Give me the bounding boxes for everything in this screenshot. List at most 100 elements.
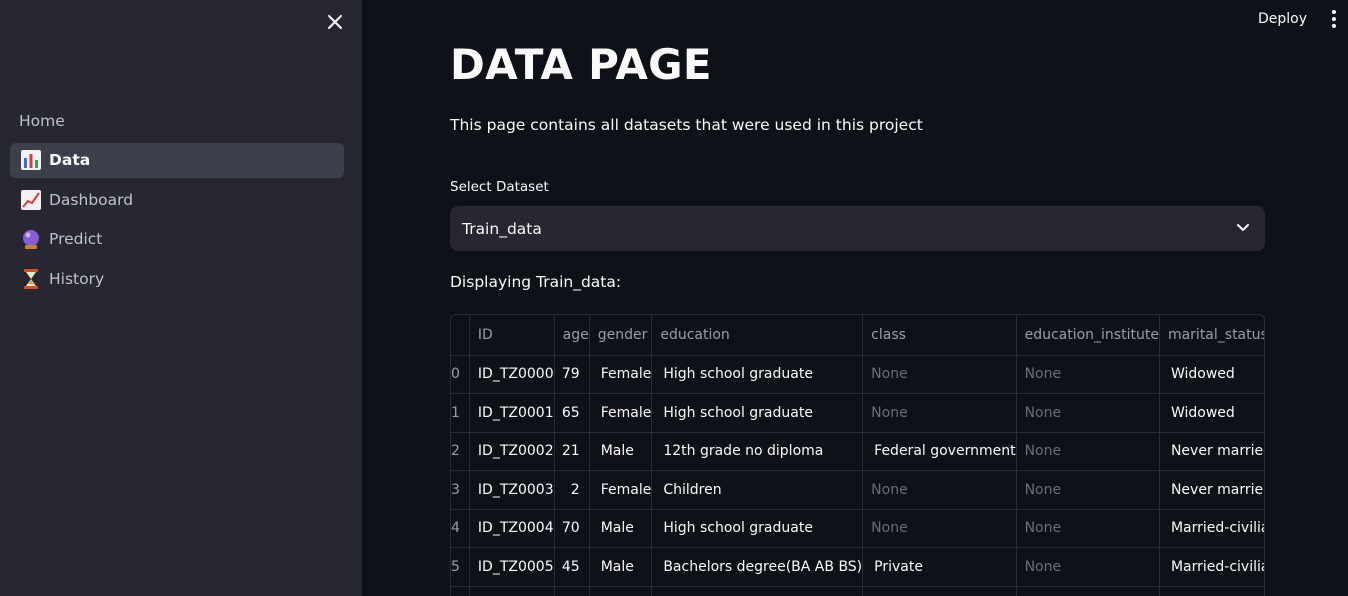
main-menu-button[interactable]: [1326, 9, 1342, 29]
table-cell[interactable]: ID_TZ0001: [469, 393, 555, 433]
table-cell[interactable]: [1016, 586, 1160, 596]
table-cell[interactable]: Female: [589, 393, 653, 433]
table-cell[interactable]: 2: [451, 432, 470, 471]
crystal-ball-icon: [19, 228, 43, 250]
table-cell[interactable]: [554, 586, 590, 596]
table-cell[interactable]: None: [1016, 509, 1160, 548]
table-cell[interactable]: ID_TZ0000: [469, 355, 555, 394]
table-row: 2 ID_TZ0002 21 Male 12th grade no diploma Fed…: [451, 432, 1264, 471]
table-cell[interactable]: ID_TZ0002: [469, 432, 555, 471]
table-cell[interactable]: Male: [589, 509, 653, 548]
dataset-select[interactable]: Train_data: [450, 206, 1265, 251]
column-header[interactable]: education: [651, 315, 864, 356]
table-cell[interactable]: None: [1016, 355, 1160, 394]
table-row: 5 ID_TZ0005 45 Male Bachelors degree(BA AB B…: [451, 547, 1264, 587]
table-cell[interactable]: Widowed: [1159, 393, 1264, 433]
table-cell[interactable]: 79: [554, 355, 590, 394]
table-cell[interactable]: None: [1016, 432, 1160, 471]
table-row: 0 ID_TZ0000 79 Female High school graduate No…: [451, 355, 1264, 394]
table-cell[interactable]: 4: [451, 509, 470, 548]
close-sidebar-button[interactable]: [324, 11, 346, 33]
table-row: 1 ID_TZ0001 65 Female High school graduate No…: [451, 393, 1264, 433]
table-cell[interactable]: High school graduate: [651, 355, 864, 394]
table-cell[interactable]: None: [862, 355, 1017, 394]
table-cell[interactable]: 70: [554, 509, 590, 548]
table-cell[interactable]: Children: [651, 470, 864, 510]
table-cell[interactable]: [651, 586, 864, 596]
table-cell[interactable]: [862, 586, 1017, 596]
close-icon: [328, 15, 342, 29]
table-cell[interactable]: 5: [451, 547, 470, 587]
sidebar-nav: Home Data Dashboard Predict History: [10, 103, 344, 301]
sidebar-item-history[interactable]: History: [10, 261, 344, 296]
data-table[interactable]: ID age gender education class education_…: [450, 314, 1265, 596]
table-cell[interactable]: [1159, 586, 1264, 596]
sidebar-item-predict[interactable]: Predict: [10, 222, 344, 257]
table-cell[interactable]: None: [1016, 470, 1160, 510]
table-cell[interactable]: Male: [589, 432, 653, 471]
table-cell[interactable]: Female: [589, 470, 653, 510]
table-cell[interactable]: High school graduate: [651, 509, 864, 548]
table-row: [451, 586, 1264, 596]
table-cell[interactable]: [469, 586, 555, 596]
page-title: DATA PAGE: [450, 40, 712, 89]
table-header-row: ID age gender education class education_…: [451, 315, 1264, 356]
column-header[interactable]: ID: [469, 315, 555, 356]
displaying-label: Displaying Train_data:: [450, 273, 622, 291]
table-cell[interactable]: Never married: [1159, 470, 1264, 510]
table-cell[interactable]: None: [862, 470, 1017, 510]
dot: [1332, 24, 1336, 28]
table-cell[interactable]: Widowed: [1159, 355, 1264, 394]
table-cell[interactable]: High school graduate: [651, 393, 864, 433]
table-cell[interactable]: ID_TZ0005: [469, 547, 555, 587]
table-cell[interactable]: None: [862, 509, 1017, 548]
table-cell[interactable]: Married-civilian spouse present: [1159, 509, 1264, 548]
table-cell[interactable]: 1: [451, 393, 470, 433]
column-header[interactable]: class: [862, 315, 1017, 356]
column-header[interactable]: age: [554, 315, 590, 356]
table-cell[interactable]: None: [1016, 547, 1160, 587]
sidebar-item-label: Predict: [49, 230, 103, 248]
column-header[interactable]: [451, 315, 470, 356]
sidebar-item-data[interactable]: Data: [10, 142, 344, 178]
hourglass-icon: [19, 268, 43, 290]
table-cell[interactable]: [589, 586, 653, 596]
deploy-button[interactable]: Deploy: [1250, 9, 1315, 29]
sidebar-item-label: Home: [19, 111, 65, 130]
column-header[interactable]: marital_status: [1159, 315, 1264, 356]
table-cell[interactable]: ID_TZ0003: [469, 470, 555, 510]
table-cell[interactable]: Never married: [1159, 432, 1264, 471]
dot: [1332, 10, 1336, 14]
table-cell[interactable]: None: [1016, 393, 1160, 433]
table-cell[interactable]: Private: [862, 547, 1017, 587]
table-cell[interactable]: 0: [451, 355, 470, 394]
table-cell[interactable]: [451, 586, 470, 596]
table-cell[interactable]: 3: [451, 470, 470, 510]
table-cell[interactable]: 21: [554, 432, 590, 471]
trend-chart-icon: [19, 189, 43, 211]
bar-chart-icon: [19, 149, 43, 171]
table-row: 3 ID_TZ0003 2 Female Children None None Never m…: [451, 470, 1264, 510]
table-cell[interactable]: Bachelors degree(BA AB BS): [651, 547, 864, 587]
table-cell[interactable]: Married-civilian spouse present: [1159, 547, 1264, 587]
dot: [1332, 17, 1336, 21]
select-value: Train_data: [462, 219, 542, 238]
table-cell[interactable]: 45: [554, 547, 590, 587]
column-header[interactable]: education_institute: [1016, 315, 1160, 356]
table-cell[interactable]: Female: [589, 355, 653, 394]
table-cell[interactable]: 65: [554, 393, 590, 433]
sidebar-item-label: History: [49, 269, 105, 288]
select-label: Select Dataset: [450, 179, 549, 195]
sidebar-item-dashboard[interactable]: Dashboard: [10, 182, 344, 217]
sidebar: Home Data Dashboard Predict History: [0, 0, 362, 596]
table-cell[interactable]: 12th grade no diploma: [651, 432, 864, 471]
table-cell[interactable]: Federal government: [862, 432, 1017, 471]
sidebar-item-home[interactable]: Home: [10, 103, 344, 138]
sidebar-item-label: Data: [49, 151, 91, 169]
table-cell[interactable]: 2: [554, 470, 590, 510]
table-cell[interactable]: ID_TZ0004: [469, 509, 555, 548]
table-cell[interactable]: None: [862, 393, 1017, 433]
column-header[interactable]: gender: [589, 315, 653, 356]
table-cell[interactable]: Male: [589, 547, 653, 587]
table-row: 4 ID_TZ0004 70 Male High school graduate None…: [451, 509, 1264, 548]
